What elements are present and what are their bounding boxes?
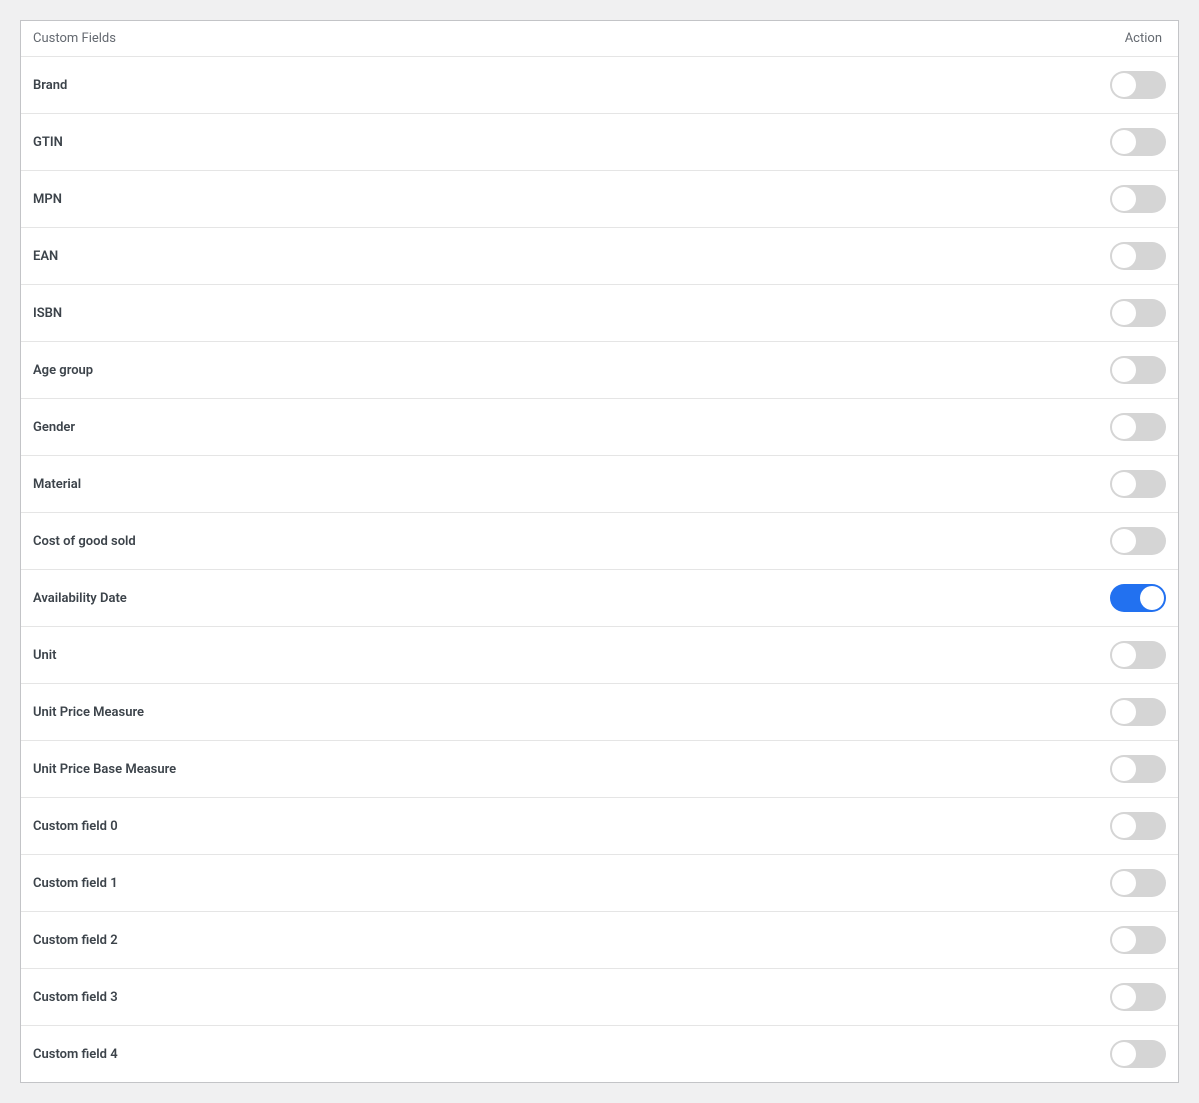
row-action — [1110, 983, 1166, 1011]
toggle-switch[interactable] — [1110, 470, 1166, 498]
header-action: Action — [1125, 31, 1166, 46]
row-action — [1110, 185, 1166, 213]
row-label: Custom field 0 — [33, 819, 1110, 834]
table-row: Age group — [21, 342, 1178, 399]
row-label: Material — [33, 477, 1110, 492]
table-row: Unit Price Measure — [21, 684, 1178, 741]
toggle-knob — [1112, 643, 1136, 667]
row-label: MPN — [33, 192, 1110, 207]
row-action — [1110, 71, 1166, 99]
toggle-switch[interactable] — [1110, 755, 1166, 783]
toggle-switch[interactable] — [1110, 413, 1166, 441]
toggle-knob — [1112, 358, 1136, 382]
row-action — [1110, 641, 1166, 669]
table-row: GTIN — [21, 114, 1178, 171]
row-action — [1110, 812, 1166, 840]
toggle-knob — [1112, 301, 1136, 325]
row-label: Unit Price Measure — [33, 705, 1110, 720]
toggle-knob — [1112, 814, 1136, 838]
row-action — [1110, 755, 1166, 783]
row-label: Custom field 1 — [33, 876, 1110, 891]
toggle-knob — [1112, 73, 1136, 97]
toggle-switch[interactable] — [1110, 128, 1166, 156]
toggle-knob — [1112, 1042, 1136, 1066]
row-action — [1110, 242, 1166, 270]
row-action — [1110, 299, 1166, 327]
row-action — [1110, 413, 1166, 441]
row-label: Availability Date — [33, 591, 1110, 606]
table-row: Brand — [21, 57, 1178, 114]
table-row: EAN — [21, 228, 1178, 285]
toggle-knob — [1112, 187, 1136, 211]
row-label: Gender — [33, 420, 1110, 435]
table-row: Unit Price Base Measure — [21, 741, 1178, 798]
row-label: Custom field 4 — [33, 1047, 1110, 1062]
row-action — [1110, 584, 1166, 612]
toggle-knob — [1112, 871, 1136, 895]
toggle-switch[interactable] — [1110, 185, 1166, 213]
toggle-switch[interactable] — [1110, 983, 1166, 1011]
toggle-knob — [1112, 415, 1136, 439]
row-label: ISBN — [33, 306, 1110, 321]
row-action — [1110, 869, 1166, 897]
row-action — [1110, 128, 1166, 156]
toggle-switch[interactable] — [1110, 698, 1166, 726]
toggle-switch[interactable] — [1110, 299, 1166, 327]
toggle-knob — [1112, 472, 1136, 496]
toggle-switch[interactable] — [1110, 641, 1166, 669]
toggle-switch[interactable] — [1110, 812, 1166, 840]
toggle-switch[interactable] — [1110, 1040, 1166, 1068]
row-action — [1110, 356, 1166, 384]
table-row: Custom field 2 — [21, 912, 1178, 969]
row-action — [1110, 527, 1166, 555]
toggle-knob — [1112, 928, 1136, 952]
row-action — [1110, 698, 1166, 726]
header-label: Custom Fields — [33, 31, 1125, 46]
toggle-knob — [1112, 757, 1136, 781]
toggle-switch[interactable] — [1110, 584, 1166, 612]
table-row: MPN — [21, 171, 1178, 228]
row-action — [1110, 470, 1166, 498]
row-action — [1110, 1040, 1166, 1068]
toggle-switch[interactable] — [1110, 71, 1166, 99]
toggle-knob — [1112, 130, 1136, 154]
row-label: Custom field 2 — [33, 933, 1110, 948]
row-label: Brand — [33, 78, 1110, 93]
toggle-knob — [1140, 586, 1164, 610]
table-row: Custom field 4 — [21, 1026, 1178, 1082]
toggle-switch[interactable] — [1110, 869, 1166, 897]
row-action — [1110, 926, 1166, 954]
row-label: Cost of good sold — [33, 534, 1110, 549]
table-header: Custom Fields Action — [21, 21, 1178, 57]
toggle-knob — [1112, 244, 1136, 268]
table-row: Availability Date — [21, 570, 1178, 627]
toggle-switch[interactable] — [1110, 926, 1166, 954]
table-row: Unit — [21, 627, 1178, 684]
row-label: Unit Price Base Measure — [33, 762, 1110, 777]
row-label: Custom field 3 — [33, 990, 1110, 1005]
toggle-knob — [1112, 985, 1136, 1009]
toggle-switch[interactable] — [1110, 242, 1166, 270]
row-label: GTIN — [33, 135, 1110, 150]
table-row: Material — [21, 456, 1178, 513]
toggle-switch[interactable] — [1110, 356, 1166, 384]
table-row: ISBN — [21, 285, 1178, 342]
custom-fields-panel: Custom Fields Action Brand GTIN MPN EAN ISBN… — [20, 20, 1179, 1083]
table-row: Cost of good sold — [21, 513, 1178, 570]
toggle-knob — [1112, 529, 1136, 553]
toggle-knob — [1112, 700, 1136, 724]
row-label: Age group — [33, 363, 1110, 378]
table-row: Custom field 0 — [21, 798, 1178, 855]
row-label: Unit — [33, 648, 1110, 663]
table-row: Custom field 3 — [21, 969, 1178, 1026]
table-row: Gender — [21, 399, 1178, 456]
toggle-switch[interactable] — [1110, 527, 1166, 555]
row-label: EAN — [33, 249, 1110, 264]
table-row: Custom field 1 — [21, 855, 1178, 912]
